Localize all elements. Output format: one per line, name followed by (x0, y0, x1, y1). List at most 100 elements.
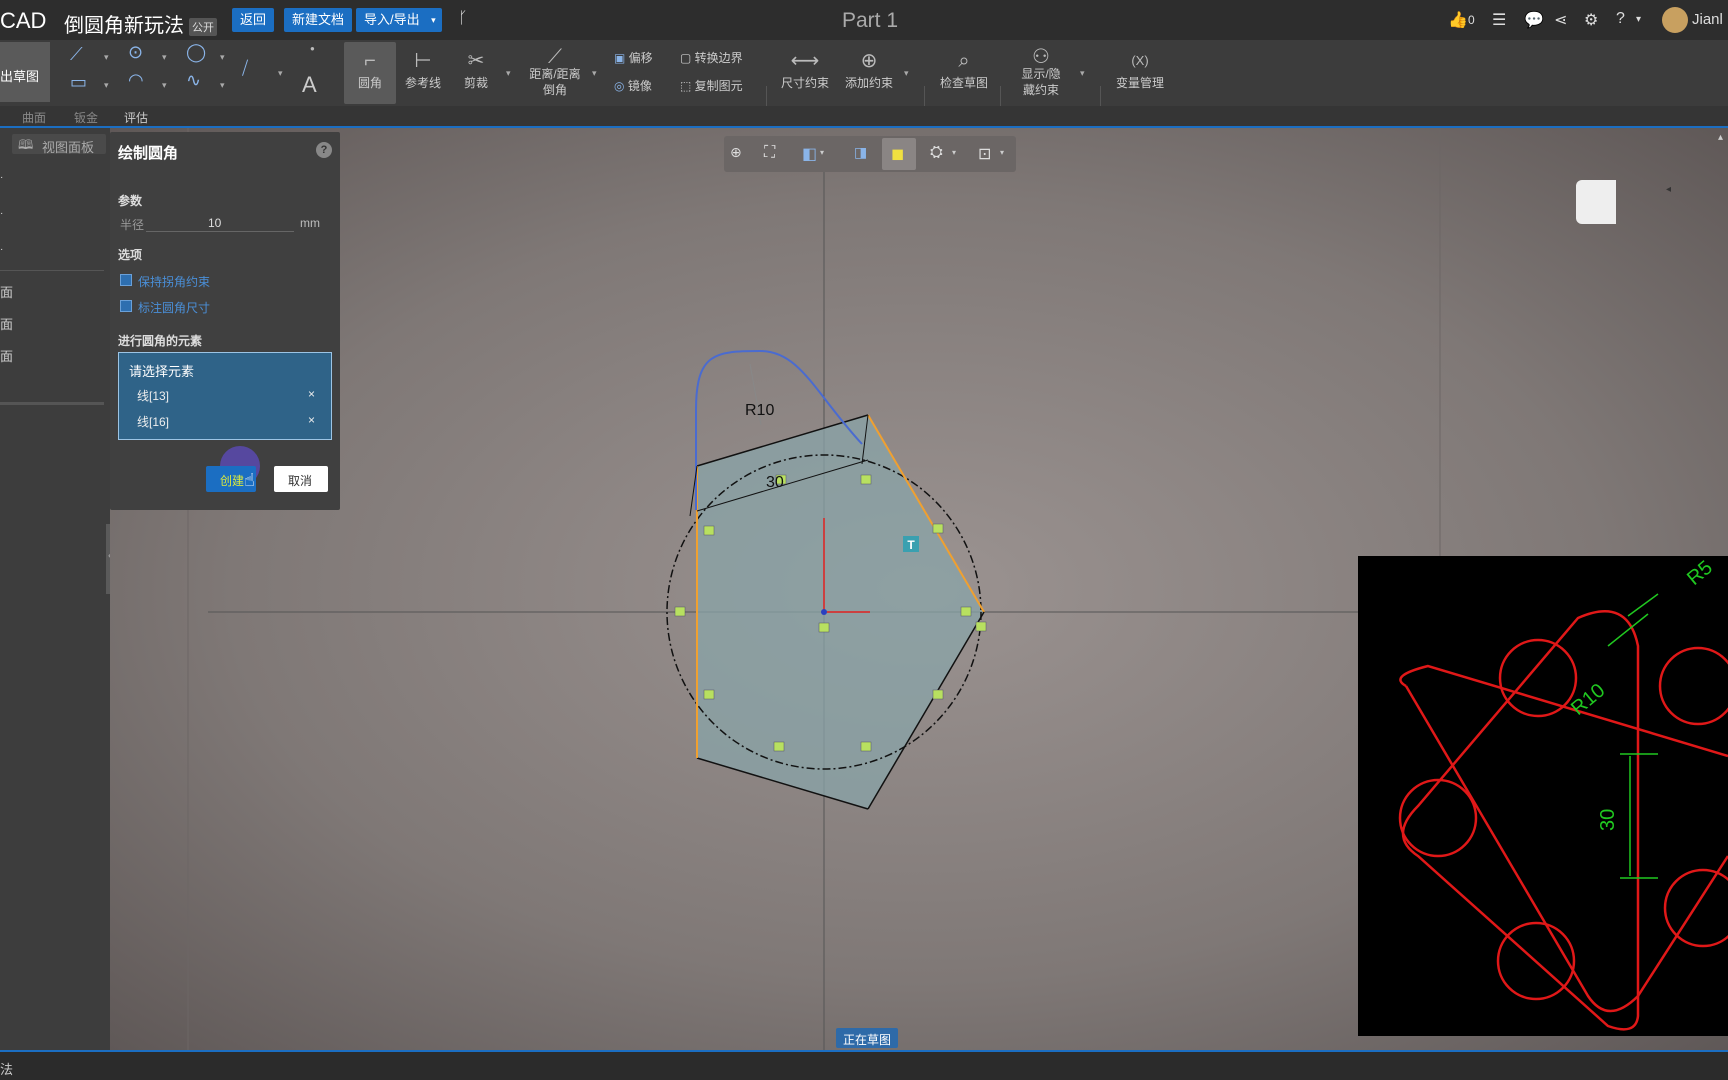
tab-sheet-metal[interactable]: 钣金 (74, 109, 98, 126)
chevron-down-icon[interactable]: ▾ (278, 68, 283, 79)
zoom-icon[interactable]: ⊕ (730, 144, 742, 161)
copy-element-button[interactable]: ⬚ 复制图元 (680, 77, 743, 94)
offset-button[interactable]: ▣ 偏移 (614, 49, 653, 66)
help-icon[interactable]: ? (316, 142, 332, 158)
reference-drawing-inset: R5 R10 30 (1358, 556, 1728, 1036)
ellipse-icon[interactable]: ◯ (186, 42, 206, 63)
keep-corner-label[interactable]: 保持拐角约束 (138, 273, 210, 290)
length-dimension-label[interactable]: 30 (766, 474, 784, 491)
gear-icon[interactable]: ⚙ (1584, 10, 1598, 30)
new-document-button[interactable]: 新建文档 (284, 8, 353, 32)
circle-center-icon[interactable]: ⊙ (128, 42, 143, 63)
help-icon[interactable]: ? (1616, 10, 1625, 28)
chevron-down-icon[interactable]: ▾ (104, 52, 109, 63)
tree-item-face[interactable]: 面 (0, 346, 13, 365)
constraint-marker[interactable] (818, 622, 830, 633)
keep-corner-checkbox[interactable] (120, 274, 132, 286)
fit-view-icon[interactable]: ⛶ (764, 144, 775, 162)
text-icon[interactable]: A (302, 72, 317, 98)
arc-icon[interactable]: ◠ (128, 70, 144, 91)
convert-boundary-button[interactable]: ▢ 转换边界 (680, 49, 743, 66)
origin-point[interactable] (821, 609, 827, 615)
appearance-icon[interactable]: ⛭ (930, 144, 943, 162)
tab-evaluate[interactable]: 评估 (124, 109, 148, 126)
dimension-fillet-checkbox[interactable] (120, 300, 132, 312)
remove-element-button[interactable]: × (308, 413, 315, 427)
dimension-icon: ⟷ (790, 50, 820, 72)
tree-item-face[interactable]: 面 (0, 282, 13, 301)
avatar[interactable] (1662, 7, 1688, 33)
chevron-down-icon[interactable]: ▾ (820, 148, 824, 157)
camera-icon[interactable]: ⊡ (978, 144, 991, 164)
tab-surface[interactable]: 曲面 (22, 109, 46, 126)
distance-chamfer-button[interactable]: ⟋ 距离/距离倒角 (524, 44, 586, 98)
share-icon[interactable]: ⋖ (1554, 10, 1567, 30)
constraint-marker[interactable] (860, 474, 872, 485)
exit-sketch-button[interactable]: 出草图 (0, 42, 50, 102)
chevron-down-icon[interactable]: ▾ (104, 80, 109, 91)
trim-button[interactable]: ✂ 剪裁 (452, 48, 500, 91)
fillet-label: 圆角 (357, 76, 382, 90)
like-icon[interactable]: 👍 (1448, 10, 1468, 30)
chevron-down-icon[interactable]: ▾ (1000, 148, 1004, 157)
scroll-up-icon[interactable]: ▴ (1718, 132, 1723, 143)
mirror-button[interactable]: ◎ 镜像 (614, 77, 652, 94)
chevron-down-icon[interactable]: ▾ (220, 52, 225, 63)
chevron-down-icon[interactable]: ▾ (162, 80, 167, 91)
branch-icon[interactable]: ᚴ (458, 10, 468, 28)
view-cube[interactable] (1576, 180, 1616, 224)
convert-boundary-icon: ▢ (680, 51, 695, 65)
chevron-down-icon[interactable]: ▾ (1080, 68, 1085, 79)
radius-input[interactable]: 10 (146, 214, 294, 232)
selected-element[interactable]: 线[16] (137, 413, 169, 430)
radius-dimension-label[interactable]: R10 (745, 402, 774, 419)
element-selection-list[interactable]: 请选择元素 线[13] × 线[16] × (118, 352, 332, 440)
spline-icon[interactable]: ∿ (186, 70, 201, 91)
constraint-marker[interactable] (932, 523, 944, 534)
tree-item-face[interactable]: 面 (0, 314, 13, 333)
chevron-down-icon[interactable]: ▾ (904, 68, 909, 79)
chevron-left-icon[interactable]: ◂ (1666, 184, 1671, 195)
chevron-down-icon[interactable]: ▾ (220, 80, 225, 91)
constraint-marker[interactable] (932, 689, 944, 700)
constraint-marker[interactable] (674, 606, 686, 617)
dimension-fillet-label[interactable]: 标注圆角尺寸 (138, 299, 210, 316)
chevron-down-icon[interactable]: ▾ (952, 148, 956, 157)
dimension-constraint-button[interactable]: ⟷ 尺寸约束 (776, 48, 834, 91)
cancel-button[interactable]: 取消 (274, 466, 328, 492)
check-sketch-button[interactable]: ⌕ 检查草图 (934, 48, 994, 91)
chevron-down-icon[interactable]: ▾ (1636, 14, 1641, 25)
constraint-marker[interactable] (773, 741, 785, 752)
constraint-marker[interactable] (860, 741, 872, 752)
chevron-down-icon[interactable]: ▾ (162, 52, 167, 63)
view-toolbar: ⊕ ⛶ ◧ ▾ ◨ ◼ ⛭ ▾ ⊡ ▾ (724, 136, 1016, 172)
constraint-marker[interactable] (703, 525, 715, 536)
polyline-icon[interactable]: ⟋ (70, 44, 83, 65)
chevron-down-icon: ▾ (431, 15, 436, 25)
chevron-down-icon[interactable]: ▾ (506, 68, 511, 79)
point-icon[interactable]: ● (310, 44, 315, 53)
selected-element[interactable]: 线[13] (137, 387, 169, 404)
view-panel-tab[interactable]: 🕮 视图面板 (12, 134, 106, 155)
show-hide-constraint-button[interactable]: ⚇ 显示/隐藏约束 (1016, 44, 1066, 98)
document-title[interactable]: 倒圆角新玩法 (64, 9, 184, 38)
list-icon[interactable]: ☰ (1492, 10, 1506, 30)
fillet-button[interactable]: ⌐ 圆角 (344, 42, 396, 104)
reference-line-button[interactable]: ⊢ 参考线 (398, 48, 448, 91)
shaded-mode-button[interactable]: ◼ (882, 138, 916, 170)
constraint-marker[interactable] (703, 689, 715, 700)
constraint-marker[interactable] (960, 606, 972, 617)
user-name[interactable]: Jianl (1692, 11, 1723, 28)
comment-icon[interactable]: 💬 (1524, 10, 1544, 30)
add-constraint-button[interactable]: ⊕ 添加约束 (840, 48, 898, 91)
remove-element-button[interactable]: × (308, 387, 315, 401)
chevron-down-icon[interactable]: ▾ (592, 68, 597, 79)
rectangle-icon[interactable]: ▭ (70, 72, 87, 93)
back-button[interactable]: 返回 (232, 8, 275, 32)
section-view-icon[interactable]: ◨ (854, 144, 867, 161)
import-export-button[interactable]: 导入/导出 ▾ (356, 8, 442, 32)
constraint-marker[interactable] (975, 621, 987, 632)
cube-view-icon[interactable]: ◧ (802, 144, 817, 164)
variable-manager-button[interactable]: (X) 变量管理 (1112, 48, 1168, 91)
construction-line-icon[interactable]: ⧸ (242, 58, 248, 79)
